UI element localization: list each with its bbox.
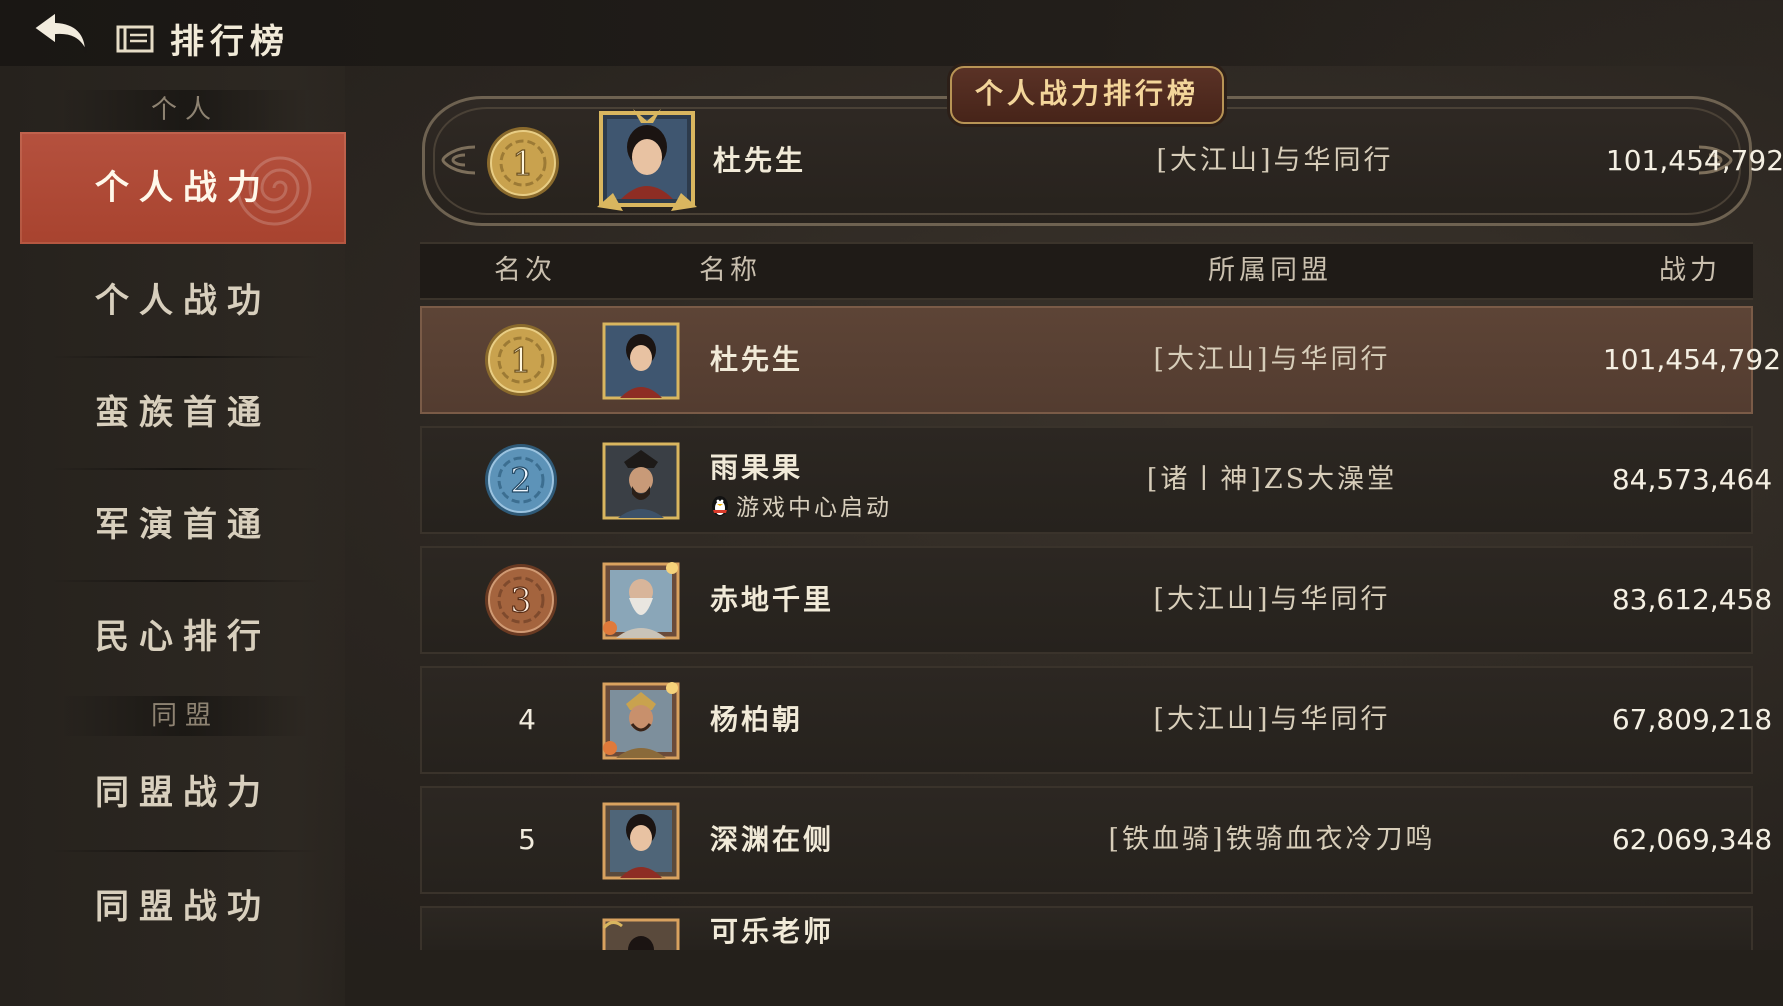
table-row[interactable]: 4 杨柏朝 [大江山]与华同行 67,809,218 (420, 666, 1772, 774)
corner-ornament-icon (441, 145, 476, 175)
player-alliance: [大江山]与华同行 (1153, 344, 1391, 375)
sidebar: 个人 个人战力 个人战功 蛮族首通 军演首通 民心排行 同盟 同盟战力 同盟战功 (0, 66, 346, 1006)
sidebar-item-alliance-power[interactable]: 同盟战力 (20, 738, 346, 848)
table-row[interactable]: 可乐老师 (420, 906, 1753, 950)
player-avatar[interactable] (602, 562, 680, 640)
page-title: 排行榜 (170, 22, 290, 62)
bronze-medal-icon: 3 (485, 564, 557, 636)
player-name: 杨柏朝 (710, 703, 804, 736)
player-avatar[interactable] (602, 918, 680, 950)
sidebar-item-label: 同盟战功 (95, 887, 271, 927)
book-icon (116, 25, 154, 52)
player-name: 赤地千里 (710, 583, 835, 616)
game-center-tag: 游戏中心启动 (710, 488, 892, 522)
list-bottom-fade (345, 950, 1783, 1006)
player-alliance: [大江山]与华同行 (1153, 704, 1391, 735)
my-name: 杜先生 (713, 144, 807, 177)
back-arrow-icon[interactable] (30, 8, 94, 58)
player-power: 62,069,348 (1611, 823, 1773, 856)
sidebar-item-label: 民心排行 (95, 617, 271, 657)
player-avatar[interactable] (602, 322, 680, 400)
player-avatar[interactable] (593, 107, 701, 217)
column-header-rank: 名次 (494, 255, 556, 286)
sidebar-item-label: 军演首通 (95, 505, 271, 545)
player-avatar[interactable] (602, 682, 680, 760)
player-power: 67,809,218 (1611, 703, 1773, 736)
sidebar-item-personal-merit[interactable]: 个人战功 (20, 246, 346, 356)
rank-number: 5 (518, 823, 536, 856)
sidebar-item-alliance-merit[interactable]: 同盟战功 (20, 852, 346, 962)
svg-text:1: 1 (510, 341, 532, 381)
player-alliance: [大江山]与华同行 (1153, 584, 1391, 615)
table-row[interactable]: 3 赤地千里 [大江山]与华同行 83,612,458 (420, 546, 1772, 654)
table-row[interactable]: 5 深渊在侧 [铁血骑]铁骑血衣冷刀鸣 62,069,348 (420, 786, 1772, 894)
player-power: 84,573,464 (1611, 463, 1773, 496)
column-header-power: 战力 (1659, 255, 1721, 286)
table-header: 名次 名称 所属同盟 战力 (420, 242, 1753, 300)
gold-medal-icon: 1 (487, 127, 559, 199)
svg-text:1: 1 (512, 144, 534, 184)
player-name: 杜先生 (710, 343, 804, 376)
player-avatar[interactable] (602, 802, 680, 880)
top-bar: 排行榜 (0, 0, 1783, 66)
silver-medal-icon: 2 (485, 444, 557, 516)
sidebar-item-label: 个人战功 (95, 281, 271, 321)
column-header-alliance: 所属同盟 (1208, 255, 1332, 286)
my-power: 101,454,792 (1605, 144, 1783, 177)
player-power: 101,454,792 (1602, 343, 1782, 376)
column-header-name: 名称 (699, 255, 761, 286)
sidebar-item-personal-power[interactable]: 个人战力 (20, 132, 346, 244)
sidebar-item-drill-first[interactable]: 军演首通 (20, 470, 346, 580)
table-row[interactable]: 2 雨果果 游戏中心启动 [诸丨神]ZS大澡堂 84,573,464 (420, 426, 1772, 534)
player-alliance: [铁血骑]铁骑血衣冷刀鸣 (1108, 824, 1436, 855)
sidebar-item-label: 同盟战力 (95, 773, 271, 813)
table-row[interactable]: 1 杜先生 [大江山]与华同行 101,454,792 (420, 306, 1781, 414)
sidebar-item-barbarian-first[interactable]: 蛮族首通 (20, 358, 346, 468)
panel-title: 个人战力排行榜 (950, 66, 1224, 124)
title-box: 排行榜 (116, 14, 290, 63)
sidebar-item-popularity[interactable]: 民心排行 (20, 582, 346, 692)
svg-text:2: 2 (510, 461, 532, 501)
sidebar-item-label: 个人战力 (95, 168, 271, 208)
svg-text:3: 3 (510, 581, 532, 621)
section-header-alliance: 同盟 (60, 696, 310, 736)
penguin-icon (712, 496, 728, 516)
player-avatar[interactable] (602, 442, 680, 520)
player-name: 可乐老师 (710, 915, 835, 948)
rank-number: 4 (518, 703, 536, 736)
sidebar-item-label: 蛮族首通 (95, 393, 271, 433)
player-alliance: [诸丨神]ZS大澡堂 (1146, 464, 1398, 495)
game-center-label: 游戏中心启动 (736, 495, 892, 521)
player-name: 深渊在侧 (710, 823, 835, 856)
player-power: 83,612,458 (1611, 583, 1773, 616)
gold-medal-icon: 1 (485, 324, 557, 396)
section-header-personal: 个人 (60, 90, 310, 130)
